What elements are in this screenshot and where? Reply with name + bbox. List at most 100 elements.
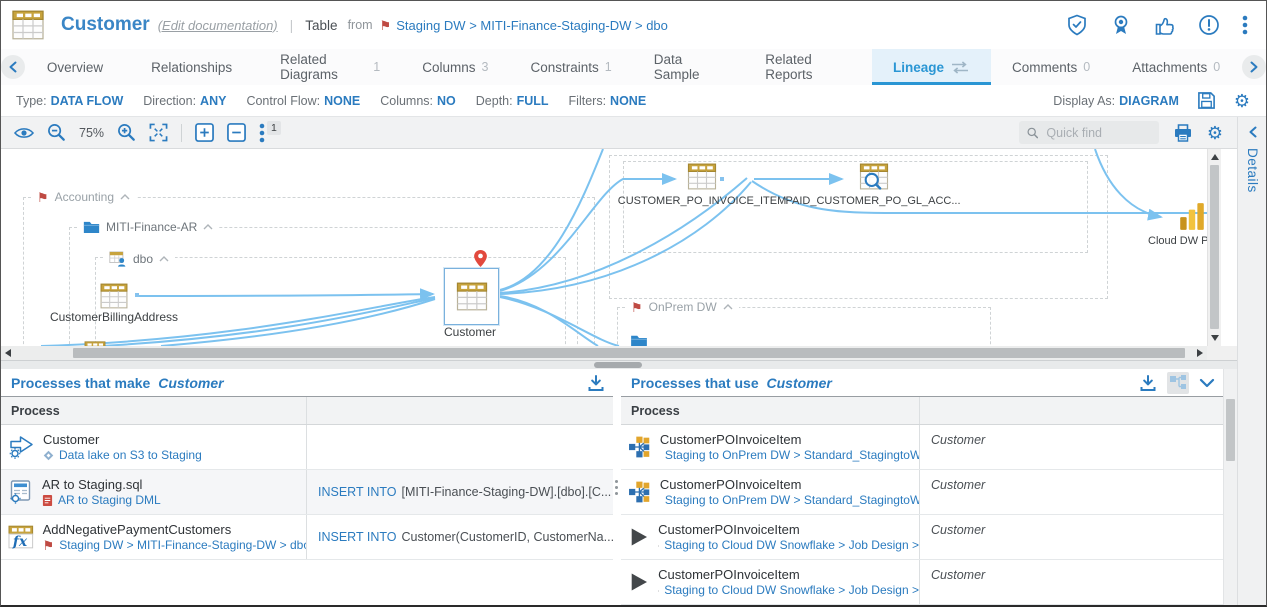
quick-find-input[interactable]: [1044, 125, 1150, 141]
splitter-grip-handle[interactable]: [594, 362, 642, 368]
tab-related-reports[interactable]: Related Reports: [744, 49, 872, 85]
filter-filters[interactable]: Filters:NONE: [569, 94, 647, 108]
like-thumbs-up-button[interactable]: [1154, 14, 1176, 36]
filter-direction[interactable]: Direction:ANY: [143, 94, 226, 108]
node-paid-customer-po-gl-acc-icon[interactable]: [859, 163, 889, 190]
use-row-3[interactable]: CustomerPOInvoiceItem Staging to Cloud D…: [621, 560, 1223, 605]
lineage-window: Customer (Edit documentation) | Table fr…: [0, 0, 1267, 607]
collapse-all-button[interactable]: [227, 123, 246, 142]
tab-lineage[interactable]: Lineage: [872, 49, 991, 85]
scroll-down-arrow[interactable]: [1211, 335, 1219, 341]
lineage-settings-gear-button[interactable]: ⚙: [1234, 92, 1250, 110]
use-panel-tree-view-button[interactable]: [1167, 372, 1189, 394]
details-panel-label[interactable]: Details: [1245, 148, 1260, 193]
horizontal-splitter[interactable]: [1, 360, 1237, 369]
filter-columns[interactable]: Columns:NO: [380, 94, 456, 108]
group-label-accounting[interactable]: ⚑ Accounting: [31, 189, 136, 205]
onprem-folder-icon[interactable]: [630, 334, 648, 346]
panel-splitter-grip[interactable]: [615, 477, 618, 498]
use-row-1-path-link[interactable]: Staging to OnPrem DW > Standard_Stagingt…: [665, 493, 919, 508]
tab-data-sample[interactable]: Data Sample: [633, 49, 745, 85]
filter-control-flow[interactable]: Control Flow:NONE: [246, 94, 360, 108]
verified-shield-button[interactable]: [1066, 14, 1088, 36]
node-partial-table-icon[interactable]: [84, 341, 106, 346]
diagram-settings-gear-button[interactable]: ⚙: [1207, 124, 1223, 142]
display-as-selector[interactable]: Display As:DIAGRAM: [1053, 94, 1179, 108]
zoom-out-button[interactable]: [47, 123, 66, 142]
tabs-scroll-right-button[interactable]: [1241, 49, 1266, 85]
make-panel-download-button[interactable]: [587, 374, 605, 392]
make-panel-title-bar: Processes that make Customer: [1, 369, 613, 397]
scroll-left-arrow[interactable]: [5, 349, 11, 357]
expand-all-button[interactable]: [195, 123, 214, 142]
scroll-right-arrow[interactable]: [1197, 349, 1203, 357]
tabs-scroll-left-button[interactable]: [1, 49, 26, 85]
collapse-chevron-icon[interactable]: [159, 256, 169, 262]
layers-kebab-button[interactable]: 1: [259, 123, 281, 143]
node-customer-po-invoice-item-icon[interactable]: [687, 163, 717, 190]
make-row-1-path-link[interactable]: AR to Staging DML: [58, 493, 161, 508]
object-type-label: Table: [305, 18, 337, 33]
node-cloud-dw-powerbi-icon[interactable]: [1179, 201, 1205, 231]
use-panel-title-object: Customer: [767, 375, 832, 391]
target-job-icon: [658, 585, 659, 597]
canvas-horizontal-scrollbar[interactable]: [1, 346, 1207, 360]
save-view-button[interactable]: [1197, 91, 1216, 110]
scroll-up-arrow[interactable]: [1211, 154, 1219, 160]
tab-overview[interactable]: Overview: [26, 49, 130, 85]
filter-type[interactable]: Type:DATA FLOW: [16, 94, 123, 108]
details-expand-chevron-icon[interactable]: [1249, 126, 1257, 138]
canvas-vertical-scrollbar[interactable]: [1207, 149, 1221, 346]
more-menu-kebab-button[interactable]: [1242, 15, 1248, 35]
use-panel-vertical-scrollbar[interactable]: [1223, 369, 1237, 606]
use-panel-scroll-thumb[interactable]: [1226, 399, 1235, 461]
collapse-chevron-icon[interactable]: [203, 224, 213, 230]
group-label-onprem-dw[interactable]: ⚑ OnPrem DW: [625, 299, 739, 315]
horizontal-scroll-thumb[interactable]: [73, 348, 1185, 358]
diamond-icon: [43, 450, 54, 461]
breadcrumb[interactable]: Staging DW > MITI-Finance-Staging-DW > d…: [396, 18, 668, 33]
use-row-2-path-link[interactable]: Staging to Cloud DW Snowflake > Job Desi…: [664, 538, 919, 553]
certify-award-button[interactable]: [1110, 14, 1132, 36]
tab-columns[interactable]: Columns3: [401, 49, 509, 85]
tab-constraints[interactable]: Constraints1: [509, 49, 632, 85]
node-customer-billing-address-icon[interactable]: [100, 283, 128, 309]
use-row-0[interactable]: CustomerPOInvoiceItem Staging to OnPrem …: [621, 425, 1223, 470]
panel-vertical-splitter[interactable]: [613, 369, 621, 606]
use-row-3-path-link[interactable]: Staging to Cloud DW Snowflake > Job Desi…: [664, 583, 919, 598]
zoom-in-button[interactable]: [117, 123, 136, 142]
fit-to-screen-button[interactable]: [149, 123, 168, 142]
make-row-add-negative-payment-customers[interactable]: AddNegativePaymentCustomers ⚑Staging DW …: [1, 515, 613, 560]
node-customer-selected[interactable]: [444, 268, 499, 325]
group-label-dbo[interactable]: dbo: [103, 249, 175, 268]
use-row-1[interactable]: CustomerPOInvoiceItem Staging to OnPrem …: [621, 470, 1223, 515]
visibility-eye-button[interactable]: [14, 126, 34, 140]
use-row-0-path-link[interactable]: Staging to OnPrem DW > Standard_Stagingt…: [665, 448, 919, 463]
warning-button[interactable]: [1198, 14, 1220, 36]
make-row-customer[interactable]: Customer Data lake on S3 to Staging: [1, 425, 613, 470]
use-panel-collapse-chevron-button[interactable]: [1199, 378, 1215, 388]
group-label-miti-finance-ar[interactable]: MITI-Finance-AR: [77, 219, 219, 235]
tab-relationships[interactable]: Relationships: [130, 49, 259, 85]
tab-attachments[interactable]: Attachments0: [1111, 49, 1241, 85]
process-panels: Processes that make Customer Process Cus…: [1, 369, 1237, 606]
lineage-diagram-canvas[interactable]: ⚑ Accounting MITI-Finance-AR dbo ⚑ OnPre…: [1, 149, 1207, 346]
edit-documentation-link[interactable]: (Edit documentation): [158, 18, 278, 33]
vertical-scroll-thumb[interactable]: [1210, 165, 1219, 329]
header-separator: |: [290, 17, 294, 33]
collapse-chevron-icon[interactable]: [120, 194, 130, 200]
make-row-2-path-link[interactable]: Staging DW > MITI-Finance-Staging-DW > d…: [59, 538, 306, 553]
collapse-chevron-icon[interactable]: [723, 304, 733, 310]
zoom-level[interactable]: 75%: [79, 126, 104, 140]
quick-find-box[interactable]: [1019, 121, 1159, 144]
make-row-ar-to-staging[interactable]: AR to Staging.sql AR to Staging DML INSE…: [1, 470, 613, 515]
print-button[interactable]: [1173, 123, 1193, 143]
tab-related-diagrams[interactable]: Related Diagrams1: [259, 49, 401, 85]
use-panel-download-button[interactable]: [1139, 374, 1157, 392]
details-side-panel-tab[interactable]: Details: [1237, 117, 1267, 606]
filter-depth[interactable]: Depth:FULL: [476, 94, 549, 108]
tab-comments[interactable]: Comments0: [991, 49, 1111, 85]
make-row-0-path-link[interactable]: Data lake on S3 to Staging: [59, 448, 202, 463]
use-row-2[interactable]: CustomerPOInvoiceItem Staging to Cloud D…: [621, 515, 1223, 560]
target-job-icon: [658, 540, 659, 552]
